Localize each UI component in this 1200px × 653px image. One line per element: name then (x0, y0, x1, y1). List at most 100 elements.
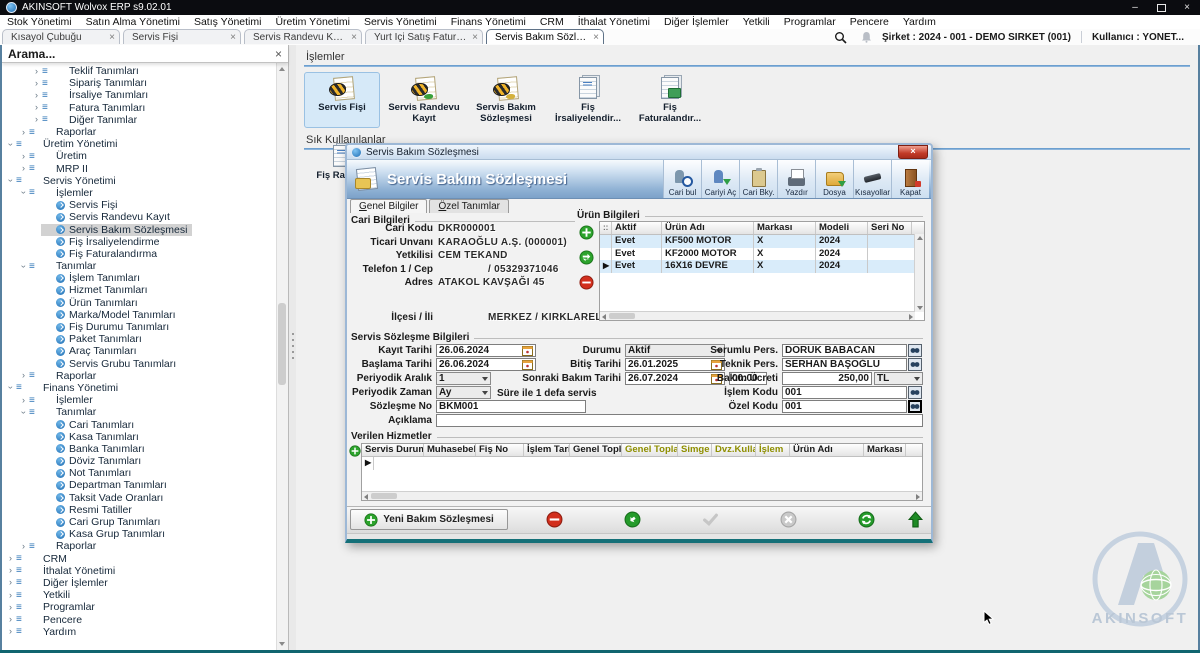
aciklama-input[interactable] (436, 414, 923, 427)
column-header[interactable]: Ürün Adı (790, 444, 864, 456)
tree-expander-icon[interactable] (6, 176, 15, 185)
tree-expander-icon[interactable] (6, 627, 15, 636)
tab-close-icon[interactable]: × (593, 32, 599, 43)
toolbar-button[interactable]: Kısayollar (853, 160, 891, 198)
tree-item[interactable]: Yardım (2, 626, 277, 638)
tree-item[interactable]: Raporlar (2, 370, 277, 382)
doviz-select[interactable]: TL (874, 372, 923, 385)
menu-item[interactable]: Yetkili (736, 16, 777, 28)
tree-item[interactable]: Ürün Tanımları (2, 297, 277, 309)
add-product-button[interactable] (579, 225, 594, 240)
document-tab[interactable]: Servis Fişi × (123, 29, 241, 44)
tree-item[interactable]: Paket Tanımları (2, 333, 277, 345)
table-row[interactable]: ▶ Evet 16X16 DEVRE X 2024 (600, 260, 924, 273)
bakim-ucreti-input[interactable]: 250,00 (782, 372, 872, 385)
tree-expander-icon[interactable] (19, 188, 28, 197)
tree-item[interactable]: Departman Tanımları (2, 479, 277, 491)
toolbar-button[interactable]: Cari bul (663, 160, 701, 198)
shortcut-button[interactable]: Servis Fişi (304, 72, 380, 128)
sozlesme-no-input[interactable]: BKM001 (436, 400, 586, 413)
tree-item[interactable]: Döviz Tanımları (2, 455, 277, 467)
tree-expander-icon[interactable] (6, 566, 15, 575)
minimize-button[interactable]: – (1122, 0, 1148, 15)
close-button[interactable]: × (1174, 0, 1200, 15)
column-header[interactable]: Genel Toplam (570, 444, 622, 456)
empty-row[interactable]: ▶ (362, 457, 922, 470)
tree-item[interactable]: İşlemler (2, 394, 277, 406)
tree-expander-icon[interactable] (19, 408, 28, 417)
tree-item[interactable]: Teklif Tanımları (2, 65, 277, 77)
column-header[interactable]: Muhasebel... (424, 444, 476, 456)
tree-item[interactable]: Programlar (2, 601, 277, 613)
toolbar-button[interactable]: Kapat (891, 160, 929, 198)
code-search-button-focused[interactable] (908, 400, 922, 413)
tree-expander-icon[interactable] (6, 591, 15, 600)
tab-close-icon[interactable]: × (472, 32, 478, 43)
tree-item[interactable]: Yetkili (2, 589, 277, 601)
column-header[interactable]: Ürün Adı (662, 222, 754, 234)
column-header[interactable]: İşlem (756, 444, 790, 456)
tree-expander-icon[interactable] (32, 67, 41, 76)
tree-item[interactable]: CRM (2, 553, 277, 565)
tree-item[interactable]: Araç Tanımları (2, 345, 277, 357)
tree-expander-icon[interactable] (32, 91, 41, 100)
scrollbar-thumb[interactable] (278, 303, 286, 385)
periyodik-zaman-select[interactable]: Ay (436, 386, 491, 399)
tree-item[interactable]: Cari Tanımları (2, 418, 277, 430)
toolbar-button[interactable]: Cari Bky. (739, 160, 777, 198)
search-icon[interactable] (834, 31, 847, 44)
tree-item[interactable]: Finans Yönetimi (2, 382, 277, 394)
column-header[interactable]: Seri No (868, 222, 912, 234)
tree-item[interactable]: Servis Randevu Kayıt (2, 211, 277, 223)
sidebar-search-input[interactable]: Arama... × (2, 45, 288, 63)
tree-expander-icon[interactable] (19, 164, 28, 173)
menu-item[interactable]: Satın Alma Yönetimi (79, 16, 187, 28)
tree-expander-icon[interactable] (6, 140, 15, 149)
dialog-titlebar[interactable]: Servis Bakım Sözleşmesi × (347, 145, 931, 160)
tree-expander-icon[interactable] (32, 103, 41, 112)
delete-button[interactable] (546, 511, 563, 528)
remove-product-button[interactable] (579, 275, 594, 290)
calendar-button[interactable] (521, 359, 533, 370)
person-search-button[interactable] (908, 344, 922, 357)
ozel-kodu-input[interactable]: 001 (782, 400, 907, 413)
column-header[interactable]: Markası (754, 222, 816, 234)
tree-item[interactable]: Fiş İrsaliyelendirme (2, 236, 277, 248)
add-service-button[interactable] (349, 445, 361, 457)
tree-expander-icon[interactable] (19, 396, 28, 405)
refresh-button[interactable] (858, 511, 875, 528)
tree-item[interactable]: Raporlar (2, 126, 277, 138)
document-tab[interactable]: Servis Bakım Sözleşmesi × (486, 29, 604, 44)
tree-item[interactable]: İthalat Yönetimi (2, 565, 277, 577)
tree-expander-icon[interactable] (6, 578, 15, 587)
tree-item[interactable]: Hizmet Tanımları (2, 284, 277, 296)
shortcut-button[interactable]: Fiş İrsaliyelendir... (550, 72, 626, 128)
tree-item[interactable]: Kasa Tanımları (2, 431, 277, 443)
sidebar-scrollbar[interactable] (276, 63, 288, 650)
kayit-tarihi-input[interactable]: 26.06.2024 (436, 344, 536, 357)
tree-item[interactable]: Taksit Vade Oranları (2, 492, 277, 504)
tree-expander-icon[interactable] (19, 152, 28, 161)
menu-item[interactable]: CRM (533, 16, 571, 28)
tree-item[interactable]: İrsaliye Tanımları (2, 89, 277, 101)
document-tab[interactable]: Yurt İçi Satış Faturası × (365, 29, 483, 44)
column-header[interactable]: Modeli (816, 222, 868, 234)
tree-expander-icon[interactable] (32, 79, 41, 88)
menu-item[interactable]: Diğer İşlemler (657, 16, 736, 28)
table-row[interactable]: ▶ Evet KF2000 MOTOR X 2024 (600, 248, 924, 261)
tree-item[interactable]: Fiş Faturalandırma (2, 248, 277, 260)
tab-close-icon[interactable]: × (230, 32, 236, 43)
tree-expander-icon[interactable] (32, 115, 41, 124)
column-header[interactable]: Dvz.Kullan (712, 444, 756, 456)
tree-item[interactable]: Not Tanımları (2, 467, 277, 479)
menu-item[interactable]: Programlar (777, 16, 843, 28)
toolbar-button[interactable]: Dosya (815, 160, 853, 198)
toolbar-button[interactable]: Yazdır (777, 160, 815, 198)
teknik-pers-input[interactable]: SERHAN BAŞOĞLU (782, 358, 907, 371)
sonraki-bakim-input[interactable]: 26.07.2024 (625, 372, 725, 385)
menu-item[interactable]: İthalat Yönetimi (571, 16, 657, 28)
bitis-tarihi-input[interactable]: 26.01.2025 (625, 358, 725, 371)
column-header[interactable]: Genel Toplam (622, 444, 678, 456)
tree-expander-icon[interactable] (19, 128, 28, 137)
menu-item[interactable]: Finans Yönetimi (444, 16, 533, 28)
